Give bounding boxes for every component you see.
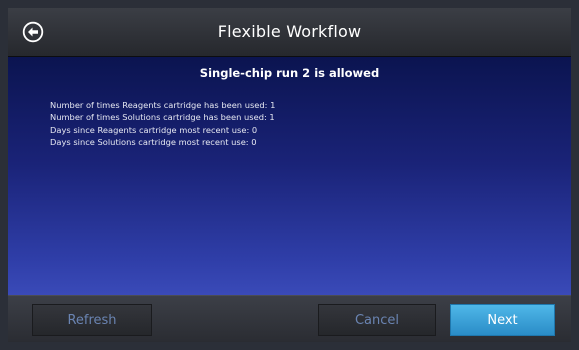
reagents-days-since-use: Days since Reagents cartridge most recen… [50, 124, 258, 135]
status-heading: Single-chip run 2 is allowed [199, 66, 380, 80]
next-button[interactable]: Next [450, 304, 555, 336]
cartridge-info: Number of times Reagents cartridge has b… [50, 99, 275, 149]
screen: Flexible Workflow Single-chip run 2 is a… [8, 8, 571, 342]
page-title: Flexible Workflow [217, 22, 362, 41]
reagents-use-count: Number of times Reagents cartridge has b… [50, 100, 276, 110]
footer-bar: Refresh Cancel Next [8, 295, 571, 342]
title-bar: Flexible Workflow [8, 8, 571, 57]
solutions-days-since-use: Days since Solutions cartridge most rece… [50, 137, 257, 148]
device-frame: Flexible Workflow Single-chip run 2 is a… [0, 0, 579, 350]
refresh-button[interactable]: Refresh [32, 304, 152, 336]
solutions-use-count: Number of times Solutions cartridge has … [50, 112, 275, 123]
main-content: Single-chip run 2 is allowed Number of t… [8, 57, 571, 295]
cancel-button[interactable]: Cancel [318, 304, 436, 336]
